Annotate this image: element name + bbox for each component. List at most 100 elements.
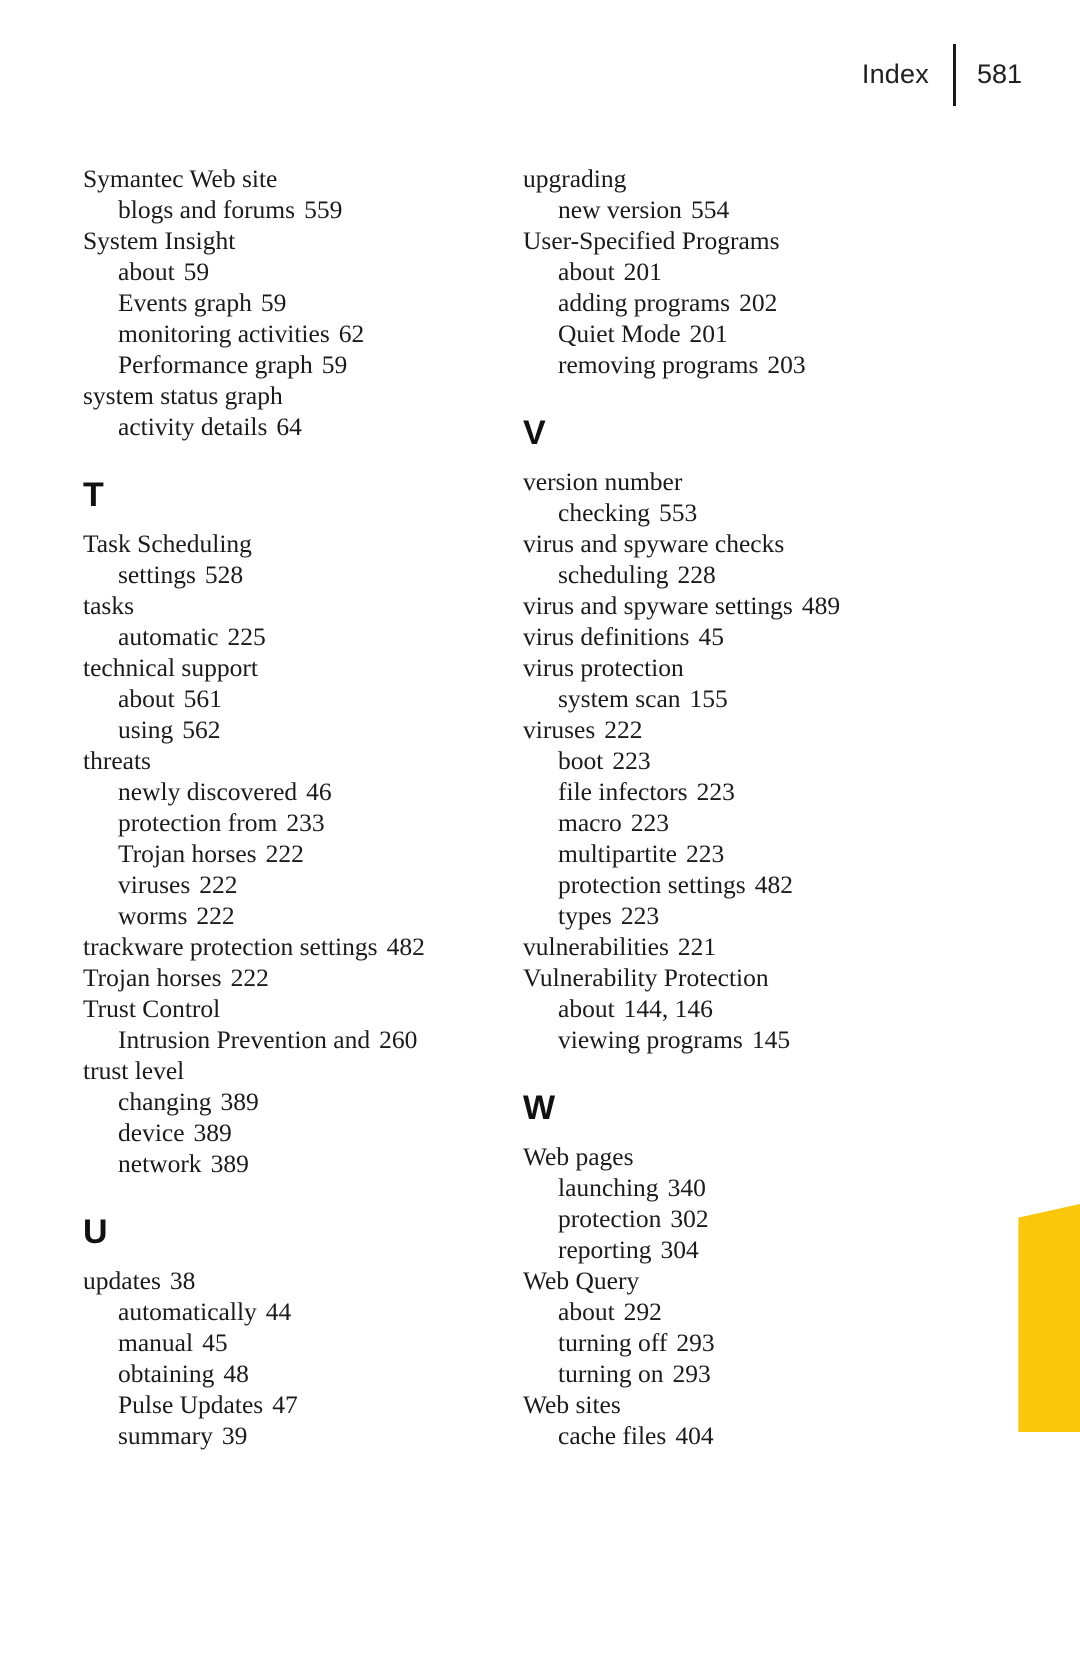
index-subentry: about 144, 146 — [523, 993, 963, 1024]
index-entry-page-ref: 528 — [204, 560, 244, 589]
index-entry: Trust Control — [83, 993, 523, 1024]
index-subentry: changing 389 — [83, 1086, 523, 1117]
index-entry-text: blogs and forums — [118, 195, 296, 224]
index-subentry: Pulse Updates 47 — [83, 1389, 523, 1420]
index-entry: virus and spyware settings 489 — [523, 590, 963, 621]
index-entry-text: viruses — [118, 870, 191, 899]
index-entry-text: about — [558, 257, 615, 286]
index-subentry: system scan 155 — [523, 683, 963, 714]
index-entry-page-ref: 203 — [767, 350, 806, 379]
index-entry: trust level — [83, 1055, 523, 1086]
index-entry-group: Web pages launching 340 protection 302 report… — [523, 1141, 963, 1451]
index-entry-text: newly discovered — [118, 777, 298, 806]
index-subentry: scheduling 228 — [523, 559, 963, 590]
index-subentry: worms 222 — [83, 900, 523, 931]
index-entry-page-ref: 223 — [630, 808, 669, 837]
index-entry-text: updates — [83, 1266, 161, 1295]
index-subentry: new version 554 — [523, 194, 963, 225]
index-entry-text: manual — [118, 1328, 194, 1357]
index-entry-page-ref: 45 — [202, 1328, 228, 1357]
index-entry-text: protection settings — [558, 870, 746, 899]
index-subentry: blogs and forums 559 — [83, 194, 523, 225]
index-entry-text: Web sites — [523, 1390, 621, 1419]
index-entry-text: Trust Control — [83, 994, 221, 1023]
index-subentry: settings 528 — [83, 559, 523, 590]
index-entry-page-ref: 44 — [265, 1297, 292, 1326]
index-entry-text: automatically — [118, 1297, 257, 1326]
index-entry-page-ref: 562 — [182, 715, 221, 744]
index-subentry: protection from 233 — [83, 807, 523, 838]
index-entry-page-ref: 222 — [230, 963, 269, 992]
index-subentry: obtaining 48 — [83, 1358, 523, 1389]
index-entry-text: threats — [83, 746, 151, 775]
index-entry: Symantec Web site — [83, 163, 523, 194]
index-entry-text: macro — [558, 808, 622, 837]
section-letter: T — [83, 476, 104, 514]
index-entry: viruses 222 — [523, 714, 963, 745]
index-entry-page-ref: 302 — [670, 1204, 709, 1233]
index-entry: upgrading — [523, 163, 963, 194]
index-entry-text: summary — [118, 1421, 213, 1450]
index-entry-text: about — [118, 257, 175, 286]
index-subentry: types 223 — [523, 900, 963, 931]
index-entry-page-ref: 223 — [696, 777, 735, 806]
index-entry: Web sites — [523, 1389, 963, 1420]
index-entry-page-ref: 46 — [306, 777, 332, 806]
index-entry-group: Task Scheduling settings 528 tasks automatic… — [83, 528, 523, 1179]
index-entry: System Insight — [83, 225, 523, 256]
index-entry-text: technical support — [83, 653, 258, 682]
index-entry: vulnerabilities 221 — [523, 931, 963, 962]
index-entry-page-ref: 59 — [260, 288, 287, 317]
index-entry-page-ref: 48 — [223, 1359, 249, 1388]
index-subentry: viruses 222 — [83, 869, 523, 900]
index-subentry: turning off 293 — [523, 1327, 963, 1358]
index-entry-text: trust level — [83, 1056, 185, 1085]
index-entry-text: viruses — [523, 715, 596, 744]
index-subentry: about 292 — [523, 1296, 963, 1327]
index-entry-page-ref: 293 — [672, 1359, 711, 1388]
index-entry-text: multipartite — [558, 839, 677, 868]
index-subentry: Intrusion Prevention and 260 — [83, 1024, 523, 1055]
index-entry-page-ref: 145 — [751, 1025, 791, 1054]
index-subentry: Performance graph 59 — [83, 349, 523, 380]
index-entry-text: virus protection — [523, 653, 684, 682]
index-entry-page-ref: 45 — [698, 622, 724, 651]
index-entry-page-ref: 223 — [612, 746, 651, 775]
index-entry-text: reporting — [558, 1235, 652, 1264]
index-subentry: file infectors 223 — [523, 776, 963, 807]
index-entry-text: Pulse Updates — [118, 1390, 264, 1419]
index-entry-text: trackware protection settings — [83, 932, 378, 961]
index-subentry: turning on 293 — [523, 1358, 963, 1389]
index-entry-text: turning on — [558, 1359, 664, 1388]
index-entry-group: updates 38 automatically 44 manual 45 obtainin… — [83, 1265, 523, 1451]
index-entry-text: settings — [118, 560, 196, 589]
index-entry-page-ref: 292 — [623, 1297, 662, 1326]
index-entry-text: system scan — [558, 684, 681, 713]
index-entry-text: file infectors — [558, 777, 688, 806]
index-subentry: cache files 404 — [523, 1420, 963, 1451]
index-entry-text: Task Scheduling — [83, 529, 252, 558]
index-entry-page-ref: 222 — [199, 870, 238, 899]
index-entry-page-ref: 389 — [193, 1118, 232, 1147]
index-entry-text: Events graph — [118, 288, 252, 317]
index-entry-page-ref: 222 — [265, 839, 304, 868]
index-entry-page-ref: 144, 146 — [623, 994, 713, 1023]
index-entry: Web Query — [523, 1265, 963, 1296]
index-entry-text: checking — [558, 498, 651, 527]
index-entry-page-ref: 64 — [276, 412, 302, 441]
index-entry-page-ref: 404 — [675, 1421, 714, 1450]
index-entry-page-ref: 47 — [272, 1390, 298, 1419]
index-entry-page-ref: 293 — [676, 1328, 715, 1357]
index-entry-text: adding programs — [558, 288, 731, 317]
index-subentry: summary 39 — [83, 1420, 523, 1451]
index-subentry: boot 223 — [523, 745, 963, 776]
index-entry-text: version number — [523, 467, 683, 496]
index-entry: Web pages — [523, 1141, 963, 1172]
index-subentry: about 561 — [83, 683, 523, 714]
index-entry-page-ref: 304 — [660, 1235, 699, 1264]
index-subentry: automatically 44 — [83, 1296, 523, 1327]
index-entry-page-ref: 489 — [801, 591, 841, 620]
index-subentry: about 201 — [523, 256, 963, 287]
index-entry-text: boot — [558, 746, 604, 775]
index-entry-page-ref: 39 — [221, 1421, 248, 1450]
